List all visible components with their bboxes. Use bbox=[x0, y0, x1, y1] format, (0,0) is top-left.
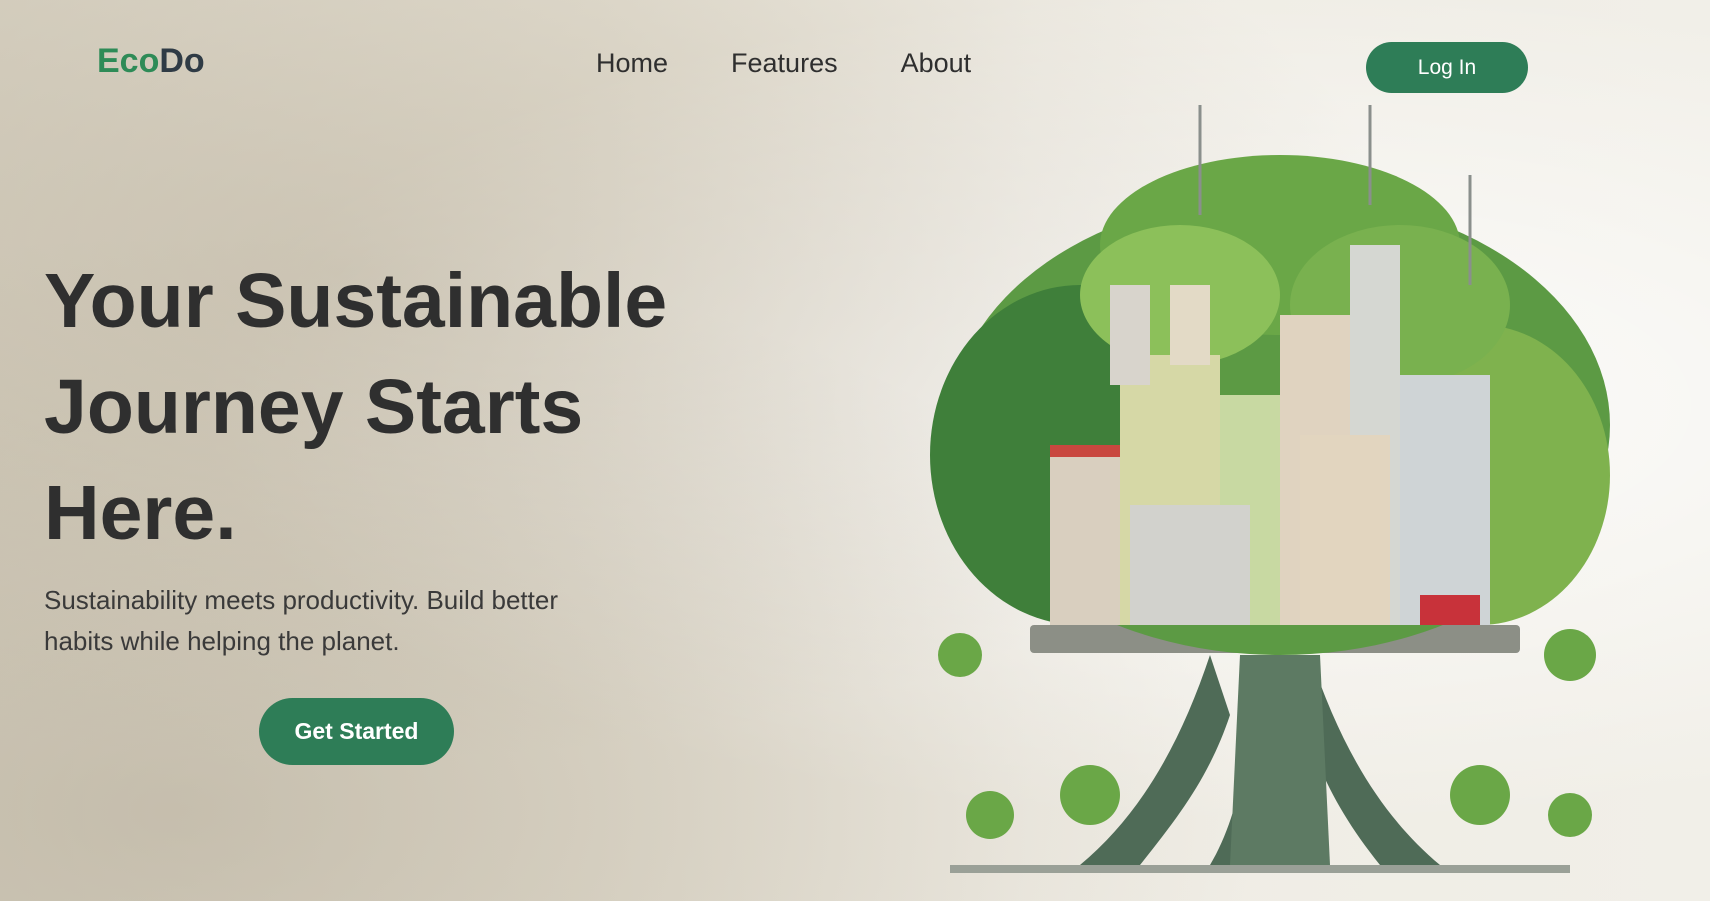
get-started-button[interactable]: Get Started bbox=[259, 698, 454, 765]
login-button[interactable]: Log In bbox=[1366, 42, 1528, 93]
tree-city-illustration bbox=[930, 105, 1610, 873]
hero-title-line2: Journey Starts bbox=[44, 364, 584, 450]
hero-title-line3: Here. bbox=[44, 470, 237, 556]
hero-subtitle: Sustainability meets productivity. Build… bbox=[44, 580, 644, 662]
tree-trunk bbox=[1080, 655, 1440, 865]
brand-logo-eco: Eco bbox=[97, 42, 160, 80]
nav-about[interactable]: About bbox=[901, 48, 972, 79]
hero-subtitle-line1: Sustainability meets productivity. Build… bbox=[44, 585, 558, 615]
brand-logo-do: Do bbox=[159, 42, 205, 80]
nav-features[interactable]: Features bbox=[731, 48, 838, 79]
nav-home[interactable]: Home bbox=[596, 48, 668, 79]
hero-title: Your Sustainable Journey Starts Here. bbox=[44, 248, 784, 566]
hero-title-line1: Your Sustainable bbox=[44, 258, 668, 344]
ground-strip bbox=[950, 865, 1570, 873]
brand-logo[interactable]: EcoDo bbox=[97, 42, 205, 81]
hero-subtitle-line2: habits while helping the planet. bbox=[44, 626, 400, 656]
main-nav: Home Features About bbox=[596, 48, 971, 79]
